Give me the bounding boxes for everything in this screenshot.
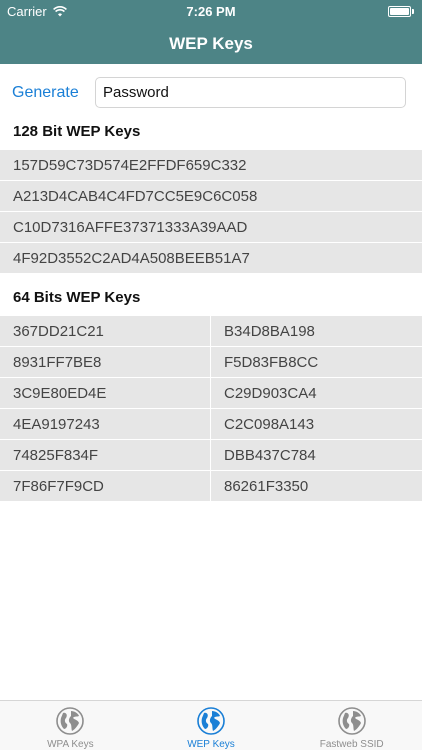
tab-fastweb-ssid[interactable]: Fastweb SSID <box>281 701 422 750</box>
key-row[interactable]: C10D7316AFFE37371333A39AAD <box>0 212 422 243</box>
key-cell[interactable]: C29D903CA4 <box>211 378 422 409</box>
key-cell[interactable]: DBB437C784 <box>211 440 422 471</box>
key-cell[interactable]: B34D8BA198 <box>211 316 422 347</box>
key-cell[interactable]: C2C098A143 <box>211 409 422 440</box>
key-cell[interactable]: 8931FF7BE8 <box>0 347 211 378</box>
key-cell[interactable]: 7F86F7F9CD <box>0 471 211 502</box>
password-input[interactable] <box>95 77 406 108</box>
generate-button[interactable]: Generate <box>12 84 79 102</box>
globe-icon <box>337 706 367 736</box>
globe-icon <box>55 706 85 736</box>
battery-icon <box>388 6 414 17</box>
tab-label: WPA Keys <box>47 739 94 750</box>
key-cell[interactable]: 86261F3350 <box>211 471 422 502</box>
key-cell[interactable]: 74825F834F <box>0 440 211 471</box>
key-cell[interactable]: F5D83FB8CC <box>211 347 422 378</box>
section-header-128: 128 Bit WEP Keys <box>0 118 422 146</box>
key-cell[interactable]: 3C9E80ED4E <box>0 378 211 409</box>
status-time: 7:26 PM <box>186 4 236 19</box>
globe-icon <box>196 706 226 736</box>
tab-wpa-keys[interactable]: WPA Keys <box>0 701 141 750</box>
tab-label: WEP Keys <box>187 739 235 750</box>
key-cell[interactable]: 367DD21C21 <box>0 316 211 347</box>
section-header-64: 64 Bits WEP Keys <box>0 284 422 312</box>
tab-wep-keys[interactable]: WEP Keys <box>141 701 282 750</box>
generate-row: Generate <box>0 64 422 122</box>
status-bar: Carrier 7:26 PM <box>0 0 422 22</box>
header: Carrier 7:26 PM WEP Keys <box>0 0 422 64</box>
tab-bar: WPA Keys WEP Keys Fastweb SSID <box>0 700 422 750</box>
key-row[interactable]: A213D4CAB4C4FD7CC5E9C6C058 <box>0 181 422 212</box>
keys-64-grid: 367DD21C21 B34D8BA198 8931FF7BE8 F5D83FB… <box>0 316 422 502</box>
page-title: WEP Keys <box>169 34 253 53</box>
key-row[interactable]: 4F92D3552C2AD4A508BEEB51A7 <box>0 243 422 274</box>
key-row[interactable]: 157D59C73D574E2FFDF659C332 <box>0 150 422 181</box>
tab-label: Fastweb SSID <box>319 739 384 750</box>
key-cell[interactable]: 4EA9197243 <box>0 409 211 440</box>
keys-128-list: 157D59C73D574E2FFDF659C332 A213D4CAB4C4F… <box>0 150 422 274</box>
